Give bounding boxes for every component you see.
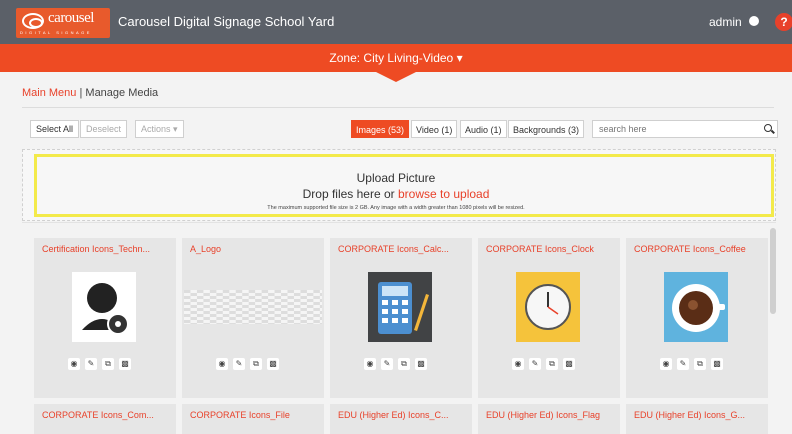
tab-audio[interactable]: Audio (1) xyxy=(460,120,507,138)
grid-divider xyxy=(22,222,776,223)
carousel-logo[interactable]: carousel DIGITAL SIGNAGE xyxy=(16,8,110,38)
card-actions: ◉ ✎ ⧉ ▩ xyxy=(68,358,142,370)
media-card-title[interactable]: EDU (Higher Ed) Icons_G... xyxy=(634,410,745,420)
search-icon[interactable] xyxy=(764,124,772,132)
browse-link[interactable]: browse to upload xyxy=(398,187,489,201)
view-icon[interactable]: ◉ xyxy=(364,358,376,370)
zone-arrow xyxy=(376,72,416,82)
media-card[interactable]: CORPORATE Icons_File xyxy=(182,404,324,434)
media-card-title[interactable]: CORPORATE Icons_Com... xyxy=(42,410,154,420)
edit-icon[interactable]: ✎ xyxy=(85,358,97,370)
logo-thumbnail xyxy=(184,290,322,324)
tab-backgrounds[interactable]: Backgrounds (3) xyxy=(508,120,585,138)
coffee-icon xyxy=(664,272,728,342)
media-card[interactable]: EDU (Higher Ed) Icons_C... xyxy=(330,404,472,434)
media-card-title[interactable]: CORPORATE Icons_Calc... xyxy=(338,244,449,254)
upload-title: Upload Picture xyxy=(356,171,436,185)
media-card-title[interactable]: EDU (Higher Ed) Icons_C... xyxy=(338,410,449,420)
delete-icon[interactable]: ▩ xyxy=(267,358,279,370)
drop-text: Drop files here or xyxy=(302,187,398,201)
divider xyxy=(22,107,774,108)
media-card-title[interactable]: CORPORATE Icons_Coffee xyxy=(634,244,746,254)
help-button[interactable]: ? xyxy=(775,13,792,31)
edit-icon[interactable]: ✎ xyxy=(529,358,541,370)
breadcrumb: Main Menu | Manage Media xyxy=(22,87,158,99)
media-card-title[interactable]: CORPORATE Icons_Clock xyxy=(486,244,594,254)
upload-note: The maximum supported file size is 2 GB.… xyxy=(267,205,525,211)
tab-images[interactable]: Images (53) xyxy=(351,120,410,138)
copy-icon[interactable]: ⧉ xyxy=(102,358,114,370)
clock-icon xyxy=(516,272,580,342)
view-icon[interactable]: ◉ xyxy=(216,358,228,370)
scrollbar[interactable] xyxy=(770,228,776,314)
delete-icon[interactable]: ▩ xyxy=(119,358,131,370)
logo-word: carousel xyxy=(48,10,94,26)
media-card-title[interactable]: A_Logo xyxy=(190,244,221,254)
edit-icon[interactable]: ✎ xyxy=(233,358,245,370)
edit-icon[interactable]: ✎ xyxy=(381,358,393,370)
breadcrumb-current: Manage Media xyxy=(85,87,159,99)
calculator-icon xyxy=(368,272,432,342)
zone-bar: Zone: City Living-Video ▾ xyxy=(0,44,792,72)
user-menu[interactable]: admin xyxy=(709,15,742,29)
delete-icon[interactable]: ▩ xyxy=(415,358,427,370)
actions-dropdown[interactable]: Actions ▾ xyxy=(135,120,184,138)
copy-icon[interactable]: ⧉ xyxy=(694,358,706,370)
copy-icon[interactable]: ⧉ xyxy=(250,358,262,370)
media-card[interactable]: CORPORATE Icons_Coffee ◉ ✎ ⧉ ▩ xyxy=(626,238,768,398)
media-card[interactable]: A_Logo ◉ ✎ ⧉ ▩ xyxy=(182,238,324,398)
media-card[interactable]: CORPORATE Icons_Com... xyxy=(34,404,176,434)
media-card-title[interactable]: Certification Icons_Techn... xyxy=(42,244,150,254)
logo-tagline: DIGITAL SIGNAGE xyxy=(20,30,92,35)
media-card[interactable]: EDU (Higher Ed) Icons_Flag xyxy=(478,404,620,434)
card-actions: ◉ ✎ ⧉ ▩ xyxy=(216,358,290,370)
app-title: Carousel Digital Signage School Yard xyxy=(118,14,335,29)
logo-swirl-icon xyxy=(22,13,44,29)
media-card-title[interactable]: CORPORATE Icons_File xyxy=(190,410,290,420)
media-card[interactable]: Certification Icons_Techn... ◉ ✎ ⧉ ▩ xyxy=(34,238,176,398)
edit-icon[interactable]: ✎ xyxy=(677,358,689,370)
view-icon[interactable]: ◉ xyxy=(512,358,524,370)
gear-icon[interactable] xyxy=(749,16,759,26)
view-icon[interactable]: ◉ xyxy=(660,358,672,370)
tab-video[interactable]: Video (1) xyxy=(411,120,458,138)
copy-icon[interactable]: ⧉ xyxy=(546,358,558,370)
technician-icon xyxy=(72,272,136,342)
breadcrumb-main-menu[interactable]: Main Menu xyxy=(22,87,76,99)
copy-icon[interactable]: ⧉ xyxy=(398,358,410,370)
view-icon[interactable]: ◉ xyxy=(68,358,80,370)
media-card[interactable]: CORPORATE Icons_Clock ◉ ✎ ⧉ ▩ xyxy=(478,238,620,398)
media-card-title[interactable]: EDU (Higher Ed) Icons_Flag xyxy=(486,410,600,420)
media-card[interactable]: CORPORATE Icons_Calc... ◉ ✎ ⧉ ▩ xyxy=(330,238,472,398)
search-input[interactable] xyxy=(592,120,778,138)
select-all-button[interactable]: Select All xyxy=(30,120,80,138)
delete-icon[interactable]: ▩ xyxy=(711,358,723,370)
card-actions: ◉ ✎ ⧉ ▩ xyxy=(512,358,586,370)
zone-selector[interactable]: Zone: City Living-Video ▾ xyxy=(0,51,792,65)
deselect-button[interactable]: Deselect xyxy=(80,120,128,138)
delete-icon[interactable]: ▩ xyxy=(563,358,575,370)
upload-drop-text: Drop files here or browse to upload xyxy=(0,187,792,201)
media-card[interactable]: EDU (Higher Ed) Icons_G... xyxy=(626,404,768,434)
card-actions: ◉ ✎ ⧉ ▩ xyxy=(660,358,734,370)
card-actions: ◉ ✎ ⧉ ▩ xyxy=(364,358,438,370)
